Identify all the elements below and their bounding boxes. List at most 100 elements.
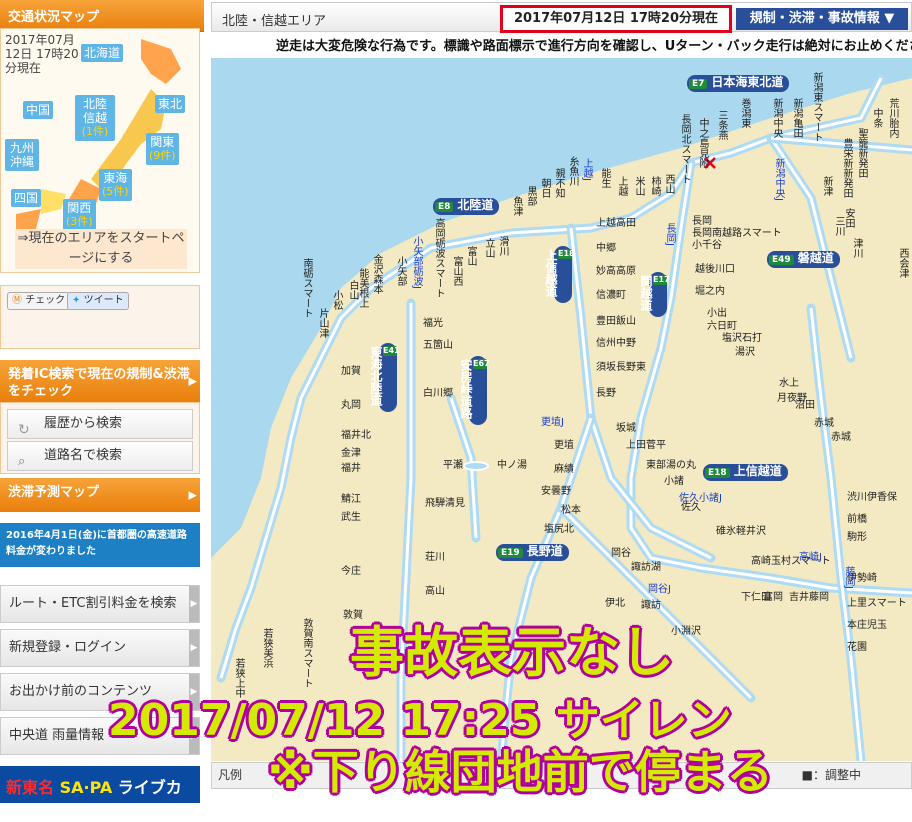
place-label[interactable]: 堀之内 (695, 286, 725, 297)
place-label[interactable]: 米山 (633, 176, 644, 196)
place-label[interactable]: 荒川胎内 (887, 98, 898, 138)
place-label[interactable]: 聖籠新発田 (856, 128, 867, 178)
place-label[interactable]: 越後川口 (695, 264, 735, 275)
junction-label[interactable]: 長岡J (664, 223, 675, 246)
place-label[interactable]: 柿崎 (649, 176, 660, 196)
road-search-button[interactable]: ⌕ 道路名で検索 (7, 441, 193, 471)
place-label[interactable]: 小矢部 (395, 256, 406, 286)
place-label[interactable]: 松本 (561, 505, 581, 516)
place-label[interactable]: 三条燕 (716, 110, 727, 140)
place-label[interactable]: 碓氷軽井沢 (716, 526, 766, 537)
place-label[interactable]: 小出 (707, 308, 727, 319)
region-shikoku[interactable]: 四国 (11, 189, 42, 207)
route-e18b[interactable]: E18 上信越道 (703, 464, 788, 481)
toll-change-banner[interactable]: 2016年4月1日(金)に首都圏の高速道路料金が変わりました (0, 523, 200, 567)
tweet-button[interactable]: ✦ ツイート (67, 292, 129, 310)
place-label[interactable]: 巻潟東 (739, 98, 750, 128)
place-label[interactable]: 高岡砺波スマート (433, 218, 444, 298)
place-label[interactable]: 新津 (821, 176, 832, 196)
place-label[interactable]: 吉井 (789, 592, 809, 603)
place-label[interactable]: 諏訪湖 (631, 562, 661, 573)
junction-label[interactable]: 高崎J (799, 548, 822, 563)
place-label[interactable]: 赤城 (831, 432, 851, 443)
place-label[interactable]: 塩沢石打 (722, 333, 762, 344)
place-label[interactable]: 本庄児玉 (847, 620, 887, 631)
place-label[interactable]: 金津 (341, 448, 361, 459)
place-label[interactable]: 長岡南越路スマート (692, 228, 782, 239)
place-label[interactable]: 湯沢 (735, 347, 755, 358)
history-search-button[interactable]: ↻ 履歴から検索 (7, 409, 193, 439)
place-label[interactable]: 豊栄新新発田 (841, 138, 852, 198)
livecam-banner[interactable]: 新東名 SA·PA ライブカメラ (0, 766, 200, 821)
route-e18[interactable]: E18 上信越道 (544, 246, 575, 303)
route-e41[interactable]: E41 東海北陸道 (369, 343, 400, 412)
place-label[interactable]: 上越 (616, 176, 627, 196)
place-label[interactable]: 上田菅平 (626, 440, 666, 451)
place-label[interactable]: 立山 (483, 238, 494, 258)
place-label[interactable]: 富山西 (451, 256, 462, 286)
region-kyushu[interactable]: 九州沖縄 (5, 139, 39, 171)
place-label[interactable]: 塩尻北 (544, 524, 574, 535)
place-label[interactable]: 福井 (341, 463, 361, 474)
place-label[interactable]: 荘川 (425, 552, 445, 563)
place-label[interactable]: 丸岡 (341, 400, 361, 411)
place-label[interactable]: 中郷 (596, 243, 616, 254)
place-label[interactable]: 高山 (425, 586, 445, 597)
place-label[interactable]: 滑川 (497, 236, 508, 256)
place-label[interactable]: 小千谷 (692, 240, 722, 251)
route-e7[interactable]: E7 日本海東北道 (687, 75, 790, 92)
place-label[interactable]: 糸魚川 (567, 156, 578, 186)
route-e17[interactable]: E17 関越道 (639, 272, 670, 317)
place-label[interactable]: 武生 (341, 512, 361, 523)
junction-label[interactable]: 上越J (581, 158, 592, 181)
register-login-button[interactable]: 新規登録・ログイン ▶ (0, 629, 200, 667)
place-label[interactable]: 長野 (596, 388, 616, 399)
place-label[interactable]: 新潟中央 (771, 98, 782, 138)
place-label[interactable]: 渋川伊香保 (847, 492, 897, 503)
region-tohoku[interactable]: 東北 (155, 95, 186, 113)
place-label[interactable]: 魚津 (511, 196, 522, 216)
place-label[interactable]: 白川郷 (423, 388, 453, 399)
place-label[interactable]: 小諸 (664, 476, 684, 487)
place-label[interactable]: 西山 (663, 174, 674, 194)
route-fee-button[interactable]: ルート・ETC割引料金を検索 ▶ (0, 585, 200, 623)
region-kansai[interactable]: 関西 (3件) (63, 199, 96, 231)
place-label[interactable]: 長岡北スマート (679, 114, 690, 184)
place-label[interactable]: 小松 (331, 290, 342, 310)
place-label[interactable]: 花園 (847, 642, 867, 653)
place-label[interactable]: 藤岡 (809, 592, 829, 603)
place-label[interactable]: 水上 (779, 378, 799, 389)
route-e19[interactable]: E19 長野道 (496, 544, 569, 561)
place-label[interactable]: 岡谷 (611, 548, 631, 559)
set-start-page-link[interactable]: ⇒現在のエリアをスタートページにする (15, 229, 187, 269)
region-tokai[interactable]: 東海 (5件) (99, 169, 132, 201)
place-label[interactable]: 今庄 (341, 566, 361, 577)
check-button[interactable]: Ⓜ チェック (7, 292, 71, 310)
place-label[interactable]: 前橋 (847, 514, 867, 525)
traffic-info-dropdown[interactable]: 規制・渋滞・事故情報 ▼ (736, 8, 908, 30)
place-label[interactable]: 富山 (465, 246, 476, 266)
junction-label[interactable]: 佐久小諸J (679, 489, 722, 504)
place-label[interactable]: 中之島見附 (697, 118, 708, 168)
region-hokuriku[interactable]: 北陸信越 (1件) (75, 95, 115, 141)
place-label[interactable]: 駒形 (847, 532, 867, 543)
place-label[interactable]: 新潟東スマート (811, 72, 822, 142)
place-label[interactable]: 安曇野 (541, 486, 571, 497)
place-label[interactable]: 六日町 (707, 321, 737, 332)
place-label[interactable]: 飛騨清見 (425, 498, 465, 509)
place-label[interactable]: 富岡 (763, 592, 783, 603)
place-label[interactable]: 津川 (851, 238, 862, 258)
place-label[interactable]: 中ノ湯 (497, 460, 527, 471)
place-label[interactable]: 坂城 (616, 423, 636, 434)
junction-label[interactable]: 更埴J (541, 413, 564, 428)
place-label[interactable]: 能生 (599, 168, 610, 188)
place-label[interactable]: 西会津 (897, 248, 908, 278)
place-label[interactable]: 若狭美浜 (261, 628, 272, 668)
place-label[interactable]: 親不知 (553, 168, 564, 198)
ic-search-header[interactable]: 発着IC検索で現在の規制&渋滞をチェック ▶ (0, 360, 200, 402)
place-label[interactable]: 新潟亀田 (791, 98, 802, 138)
junction-label[interactable]: 新潟中央J (773, 158, 784, 201)
place-label[interactable]: 麻績 (554, 464, 574, 475)
place-label[interactable]: 片山津 (317, 308, 328, 338)
place-label[interactable]: 更埴 (554, 440, 574, 451)
